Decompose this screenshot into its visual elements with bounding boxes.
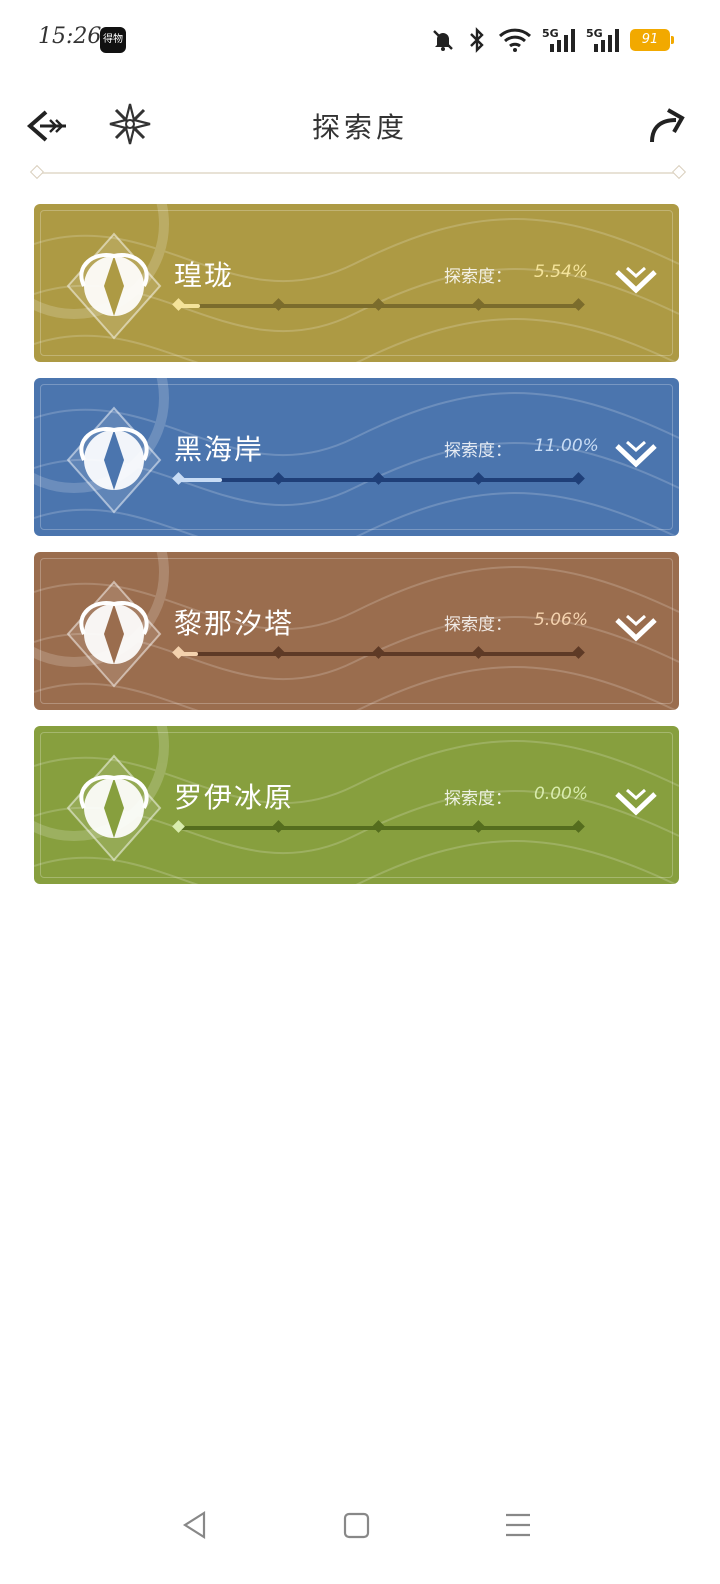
share-arrow-icon[interactable] (646, 106, 686, 146)
exploration-value: 0.00% (534, 784, 589, 804)
region-card[interactable]: 黎那汐塔 探索度： 5.06% (34, 552, 679, 710)
region-name: 瑝珑 (174, 259, 235, 292)
signal-5g-icon: 5G (542, 27, 575, 52)
region-card[interactable]: 瑝珑 探索度： 5.54% (34, 204, 679, 362)
wifi-icon (498, 28, 532, 52)
region-name: 黎那汐塔 (174, 607, 295, 640)
exploration-progress-bar (172, 646, 585, 659)
nav-home-icon[interactable] (343, 1510, 371, 1540)
header-divider (36, 172, 680, 174)
star-flower-emblem-icon (66, 406, 162, 514)
mute-bell-icon (433, 30, 453, 51)
exploration-progress-bar (172, 298, 585, 311)
exploration-value: 11.00% (534, 436, 599, 456)
status-bar: 15:26 得物 5G 5G 91 (0, 0, 720, 80)
exploration-label: 探索度： (444, 267, 512, 287)
ice-blade-emblem-icon (66, 754, 162, 862)
svg-text:5G: 5G (586, 27, 603, 40)
app-notification-badge: 得物 (100, 27, 126, 53)
bell-tower-emblem-icon (66, 580, 162, 688)
status-icons: 5G 5G 91 (430, 24, 674, 56)
region-name: 黑海岸 (174, 433, 265, 466)
system-nav-bar (0, 1496, 720, 1556)
dragon-emblem-icon (66, 232, 162, 340)
nav-menu-icon[interactable] (504, 1510, 532, 1540)
exploration-progress-bar (172, 820, 585, 833)
exploration-label: 探索度： (444, 441, 512, 461)
exploration-progress-bar (172, 472, 585, 485)
nav-back-icon[interactable] (180, 1510, 210, 1540)
chevron-down-icon[interactable] (613, 612, 659, 646)
svg-text:5G: 5G (542, 27, 559, 40)
region-name: 罗伊冰原 (174, 781, 295, 814)
chevron-down-icon[interactable] (613, 264, 659, 298)
exploration-value: 5.54% (534, 262, 589, 282)
exploration-value: 5.06% (534, 610, 589, 630)
status-time: 15:26 (38, 24, 102, 49)
region-card[interactable]: 黑海岸 探索度： 11.00% (34, 378, 679, 536)
exploration-label: 探索度： (444, 789, 512, 809)
page-header: 探索度 (0, 96, 720, 156)
region-card[interactable]: 罗伊冰原 探索度： 0.00% (34, 726, 679, 884)
exploration-label: 探索度： (444, 615, 512, 635)
chevron-down-icon[interactable] (613, 438, 659, 472)
chevron-down-icon[interactable] (613, 786, 659, 820)
signal-5g-icon: 5G (586, 27, 619, 52)
page-title: 探索度 (311, 111, 408, 144)
battery-indicator: 91 (630, 29, 674, 51)
bluetooth-icon (470, 27, 484, 53)
